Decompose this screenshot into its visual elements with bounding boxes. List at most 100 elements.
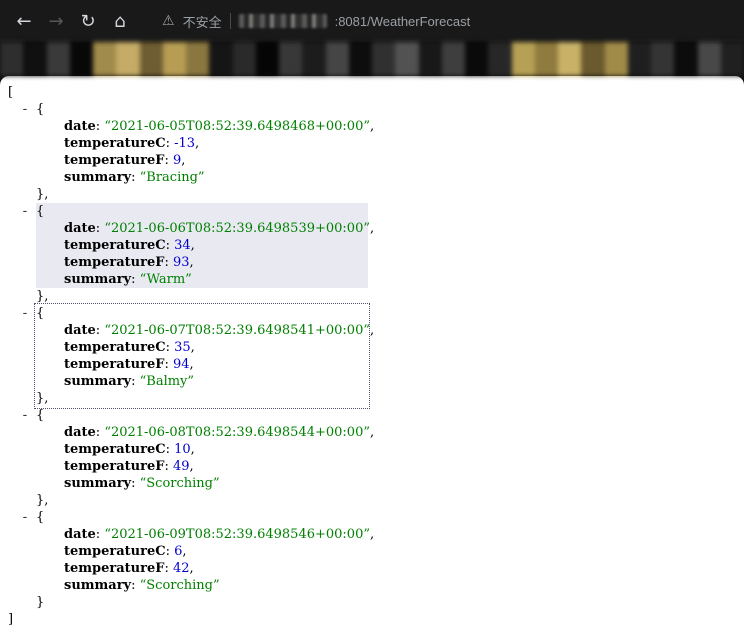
json-property-line: date: “2021-06-07T08:52:39.6498541+00:00…	[36, 322, 368, 339]
json-property-line: summary: “Balmy”	[36, 373, 368, 390]
json-comma: ,	[370, 323, 374, 338]
json-key: summary	[64, 374, 131, 389]
censor-block	[349, 42, 372, 76]
json-key: temperatureF	[64, 357, 164, 372]
json-key: temperatureF	[64, 153, 164, 168]
collapse-toggle[interactable]: -	[21, 407, 29, 424]
reload-button[interactable]: ↻	[72, 5, 104, 37]
browser-window: ← → ↻ ⌂ ⚠ 不安全 :8081/WeatherForecast [ -{…	[0, 0, 744, 635]
json-colon: :	[164, 357, 173, 372]
json-value: 34	[174, 238, 191, 253]
object-close-brace: },	[36, 288, 368, 305]
json-value: “Bracing”	[140, 170, 205, 185]
censor-block	[186, 42, 209, 76]
collapse-toggle[interactable]: -	[21, 101, 29, 118]
json-comma: ,	[190, 459, 194, 474]
divider	[230, 13, 231, 29]
json-property-line: temperatureF: 9,	[36, 152, 368, 169]
json-property-line: temperatureF: 93,	[36, 254, 368, 271]
censored-host	[239, 14, 327, 28]
json-comma: ,	[191, 442, 195, 457]
json-colon: :	[131, 578, 140, 593]
json-object-body: {date: “2021-06-07T08:52:39.6498541+00:0…	[36, 305, 368, 390]
json-viewer: [ -{date: “2021-06-05T08:52:39.6498468+0…	[0, 76, 744, 635]
json-property-line: temperatureC: 34,	[36, 237, 368, 254]
json-object-body: {date: “2021-06-08T08:52:39.6498544+00:0…	[36, 407, 368, 492]
json-object-region: {date: “2021-06-07T08:52:39.6498541+00:0…	[36, 305, 368, 407]
json-entry: -{date: “2021-06-08T08:52:39.6498544+00:…	[36, 407, 744, 509]
json-property-line: temperatureF: 94,	[36, 356, 368, 373]
json-colon: :	[131, 476, 140, 491]
json-value: 42	[173, 561, 190, 576]
json-object-body: {date: “2021-06-06T08:52:39.6498539+00:0…	[36, 203, 368, 288]
address-bar[interactable]: ⚠ 不安全 :8081/WeatherForecast	[162, 12, 470, 31]
browser-toolbar: ← → ↻ ⌂ ⚠ 不安全 :8081/WeatherForecast	[0, 0, 744, 42]
home-button[interactable]: ⌂	[104, 5, 136, 37]
collapse-toggle[interactable]: -	[21, 203, 29, 220]
json-key: temperatureC	[64, 136, 166, 151]
json-colon: :	[131, 374, 140, 389]
json-object-region: {date: “2021-06-05T08:52:39.6498468+00:0…	[36, 101, 368, 203]
censor-block	[419, 42, 442, 76]
json-property-line: summary: “Scorching”	[36, 475, 368, 492]
censor-block	[279, 42, 302, 76]
collapse-toggle[interactable]: -	[21, 509, 29, 526]
json-colon: :	[166, 136, 175, 151]
censor-block	[488, 42, 511, 76]
json-value: 49	[173, 459, 190, 474]
object-close-brace: }	[36, 594, 368, 611]
json-object-region: {date: “2021-06-09T08:52:39.6498546+00:0…	[36, 509, 368, 611]
json-colon: :	[164, 153, 173, 168]
censor-block	[721, 42, 744, 76]
censor-block	[70, 42, 93, 76]
json-object-body: {date: “2021-06-05T08:52:39.6498468+00:0…	[36, 101, 368, 186]
censor-block	[605, 42, 628, 76]
json-key: temperatureC	[64, 340, 166, 355]
censor-block	[558, 42, 581, 76]
json-property-line: temperatureF: 42,	[36, 560, 368, 577]
bookmarks-bar-censored	[0, 42, 744, 76]
collapse-toggle[interactable]: -	[21, 305, 29, 322]
json-key: date	[64, 323, 96, 338]
censor-block	[163, 42, 186, 76]
json-value: “2021-06-09T08:52:39.6498546+00:00”	[104, 527, 370, 542]
censor-block	[93, 42, 116, 76]
json-colon: :	[164, 561, 173, 576]
censor-block	[395, 42, 418, 76]
object-open-brace: {	[36, 203, 368, 220]
object-open-brace: {	[36, 305, 368, 322]
censor-block	[442, 42, 465, 76]
json-comma: ,	[370, 119, 374, 134]
json-property-line: summary: “Scorching”	[36, 577, 368, 594]
json-colon: :	[164, 255, 173, 270]
json-property-line: temperatureC: 6,	[36, 543, 368, 560]
censor-block	[326, 42, 349, 76]
security-label[interactable]: 不安全	[183, 12, 222, 31]
json-comma: ,	[190, 561, 194, 576]
censor-block	[116, 42, 139, 76]
json-property-line: temperatureC: 35,	[36, 339, 368, 356]
censor-block	[302, 42, 325, 76]
censor-block	[512, 42, 535, 76]
json-comma: ,	[190, 255, 194, 270]
json-key: temperatureF	[64, 255, 164, 270]
back-button[interactable]: ←	[8, 5, 40, 37]
censor-block	[698, 42, 721, 76]
json-value: 35	[174, 340, 191, 355]
url-path: :8081/WeatherForecast	[335, 14, 471, 29]
forward-button[interactable]: →	[40, 5, 72, 37]
censor-block	[256, 42, 279, 76]
censor-block	[651, 42, 674, 76]
json-value: 10	[174, 442, 191, 457]
json-comma: ,	[370, 527, 374, 542]
json-property-line: summary: “Bracing”	[36, 169, 368, 186]
json-colon: :	[166, 340, 175, 355]
json-property-line: temperatureC: 10,	[36, 441, 368, 458]
json-key: temperatureC	[64, 544, 166, 559]
json-value: -13	[174, 136, 195, 151]
json-key: date	[64, 119, 96, 134]
json-value: “Warm”	[140, 272, 192, 287]
json-property-line: summary: “Warm”	[36, 271, 368, 288]
array-close-bracket: ]	[8, 611, 744, 628]
json-colon: :	[166, 238, 175, 253]
